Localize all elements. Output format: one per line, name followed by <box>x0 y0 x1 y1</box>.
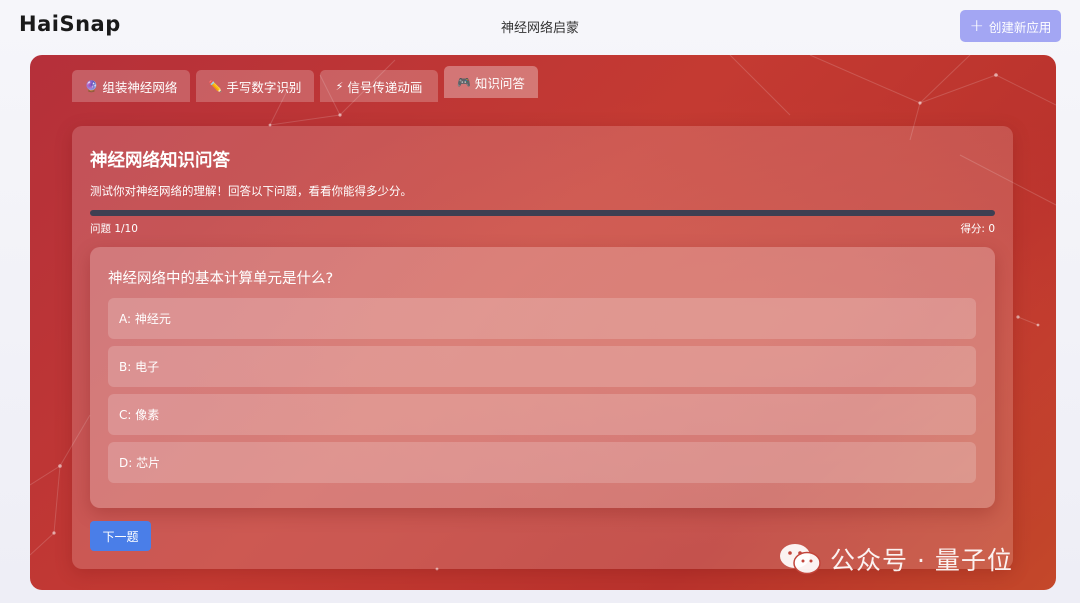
tab-label: 信号传递动画 <box>347 79 423 95</box>
main-panel: 🔮 组装神经网络 ✏️ 手写数字识别 ⚡ 信号传递动画 🎮 知识问答 神经网络知… <box>30 55 1056 590</box>
option-b[interactable]: B: 电子 <box>108 346 976 387</box>
option-c[interactable]: C: 像素 <box>108 394 976 435</box>
crystal-ball-icon: 🔮 <box>84 79 99 93</box>
quiz-title: 神经网络知识问答 <box>90 151 230 171</box>
create-app-button[interactable]: + 创建新应用 <box>960 10 1061 42</box>
next-question-button[interactable]: 下一题 <box>90 521 151 551</box>
option-d[interactable]: D: 芯片 <box>108 442 976 483</box>
progress-bar <box>90 210 995 216</box>
tab-handwriting[interactable]: ✏️ 手写数字识别 <box>196 70 314 102</box>
game-controller-icon: 🎮 <box>457 75 471 89</box>
tab-build-network[interactable]: 🔮 组装神经网络 <box>72 70 190 102</box>
top-bar: HaiSnap 神经网络启蒙 + 创建新应用 <box>0 0 1080 52</box>
score-display: 得分: 0 <box>960 223 995 235</box>
wechat-icon <box>780 544 821 575</box>
plus-icon: + <box>969 15 984 36</box>
tab-quiz[interactable]: 🎮 知识问答 <box>444 66 538 98</box>
watermark-text: 公众号 · 量子位 <box>830 546 1013 575</box>
pencil-icon: ✏️ <box>208 79 223 93</box>
quiz-description: 测试你对神经网络的理解！回答以下问题，看看你能得多少分。 <box>90 184 412 198</box>
quiz-card: 神经网络知识问答 测试你对神经网络的理解！回答以下问题，看看你能得多少分。 问题… <box>72 126 1013 569</box>
create-app-label: 创建新应用 <box>988 19 1052 35</box>
option-a[interactable]: A: 神经元 <box>108 298 976 339</box>
question-counter: 问题 1/10 <box>90 223 138 235</box>
page-title: 神经网络启蒙 <box>500 21 579 36</box>
tab-label: 组装神经网络 <box>102 79 178 95</box>
lightning-icon: ⚡ <box>335 79 344 93</box>
tab-signal-animation[interactable]: ⚡ 信号传递动画 <box>320 70 438 102</box>
question-text: 神经网络中的基本计算单元是什么? <box>108 271 334 287</box>
question-box: 神经网络中的基本计算单元是什么? A: 神经元 B: 电子 C: 像素 D: 芯… <box>90 247 995 508</box>
tab-label: 手写数字识别 <box>226 79 302 95</box>
tab-label: 知识问答 <box>474 75 525 91</box>
watermark: 公众号 · 量子位 <box>778 540 1013 578</box>
